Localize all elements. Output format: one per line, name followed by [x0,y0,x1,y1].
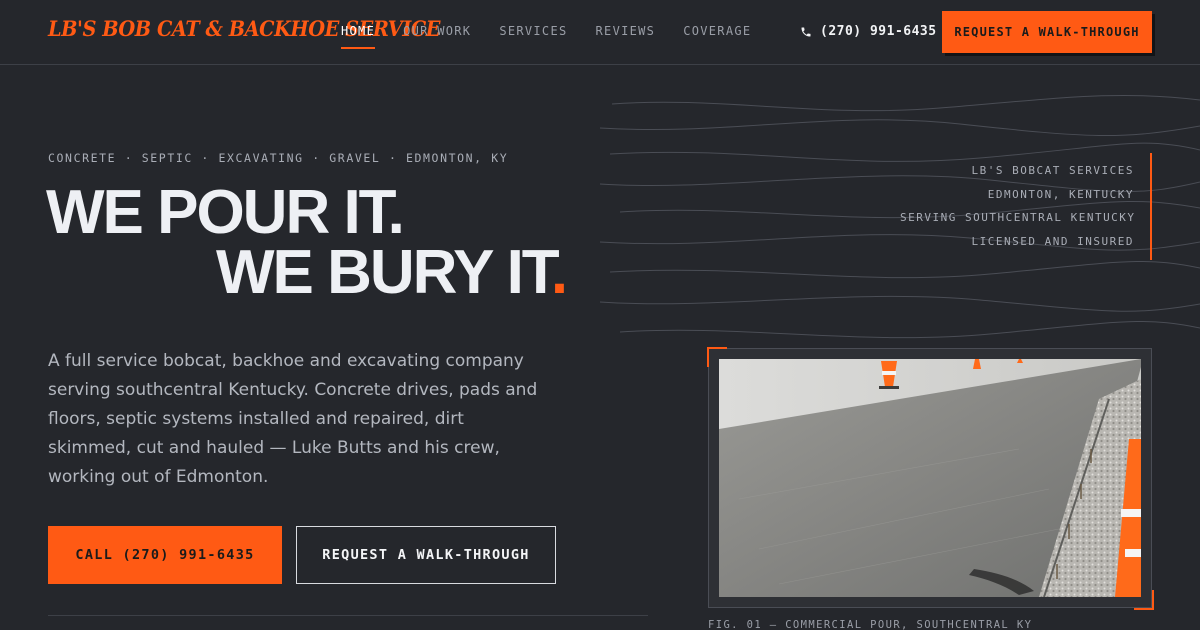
nav-item-reviews[interactable]: REVIEWS [596,24,656,48]
business-info-box: LB'S BOBCAT SERVICES EDMONTON, KENTUCKY … [900,153,1152,260]
request-walkthrough-button[interactable]: REQUEST A WALK-THROUGH [296,526,556,584]
nav-item-our-work[interactable]: OUR WORK [403,24,471,48]
spec-line-license: LICENSED AND INSURED [971,234,1134,248]
headline-line-1: WE POUR IT. [46,178,405,247]
header-phone-number: (270) 991-6435 [820,24,937,39]
headline-accent-dot: . [550,238,568,307]
nav-item-coverage[interactable]: COVERAGE [683,24,751,48]
nav-item-services[interactable]: SERVICES [499,24,567,48]
headline-line-2-text: WE BURY IT [216,238,553,307]
spec-line-coverage: SERVING SOUTHCENTRAL KENTUCKY [900,211,1136,225]
concrete-pour-photo [719,359,1141,597]
spec-line-business: LB'S BOBCAT SERVICES [971,164,1134,177]
header-phone-link[interactable]: (270) 991-6435 [800,24,937,39]
hero-divider [48,615,648,616]
hero-eyebrow: CONCRETE · SEPTIC · EXCAVATING · GRAVEL … [48,151,509,165]
site-header: LB'S BOB CAT & BACKHOE SERVICE HOME OUR … [0,0,1200,65]
hero-headline: WE POUR IT. WE BURY IT. [46,182,568,304]
call-button[interactable]: CALL (270) 991-6435 [48,526,282,584]
nav-item-home[interactable]: HOME [341,24,376,49]
photo-caption: FIG. 01 — COMMERCIAL POUR, SOUTHCENTRAL … [708,619,1033,630]
phone-icon [801,27,811,36]
hero-description: A full service bobcat, backhoe and excav… [48,351,538,487]
headline-line-2: WE BURY IT. [46,242,568,304]
spec-line-location: EDMONTON, KENTUCKY [987,187,1134,201]
header-walkthrough-button[interactable]: REQUEST A WALK-THROUGH [942,11,1152,53]
main-nav: HOME OUR WORK SERVICES REVIEWS COVERAGE [341,24,751,49]
